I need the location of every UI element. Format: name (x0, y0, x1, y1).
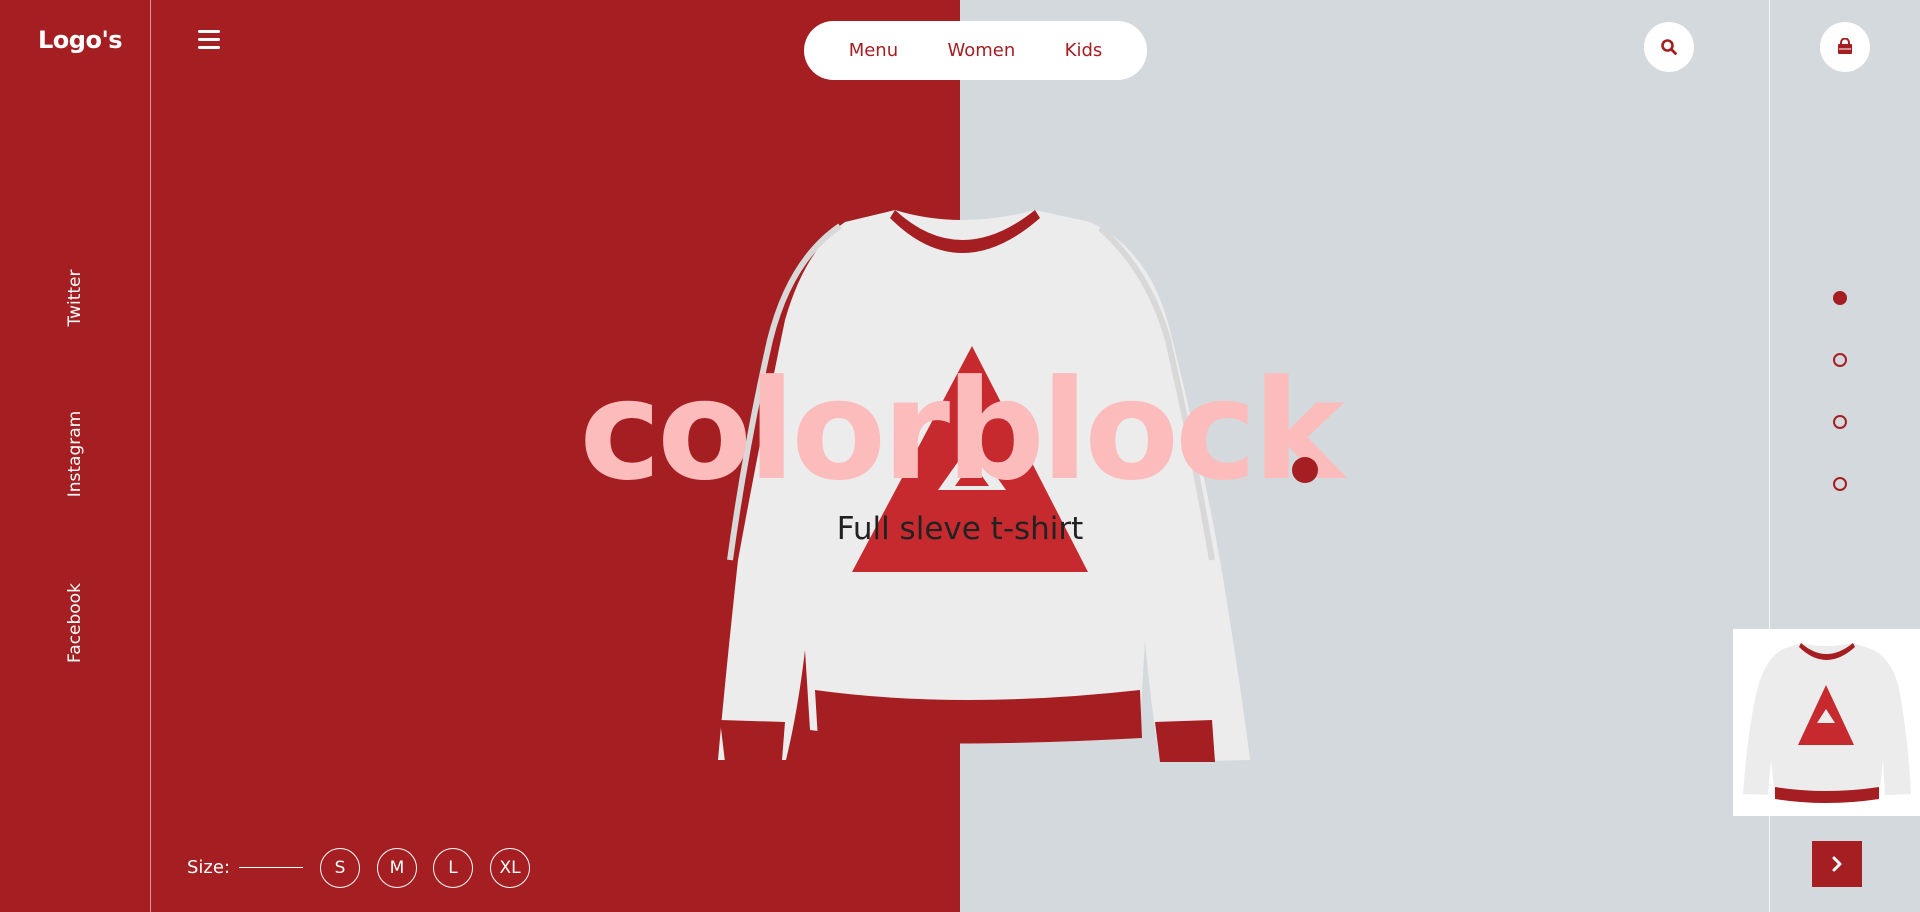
pager-dot-1[interactable] (1833, 291, 1847, 305)
size-option-xl[interactable]: XL (490, 848, 530, 888)
product-thumbnail-image (1743, 643, 1911, 803)
pager-dot-4[interactable] (1833, 477, 1847, 491)
size-option-l[interactable]: L (433, 848, 473, 888)
chevron-right-icon (1832, 856, 1842, 872)
size-divider-line (239, 867, 303, 868)
product-thumbnail[interactable] (1733, 629, 1920, 816)
size-option-s[interactable]: S (320, 848, 360, 888)
size-label: Size: (187, 857, 231, 878)
pager-dot-2[interactable] (1833, 353, 1847, 367)
hero-title-dot (1292, 457, 1318, 483)
next-button[interactable] (1812, 841, 1862, 887)
size-option-m[interactable]: M (377, 848, 417, 888)
pager-dot-3[interactable] (1833, 415, 1847, 429)
hero-subtitle: Full sleve t-shirt (836, 511, 1084, 547)
hero-title: colorblock (579, 350, 1344, 511)
